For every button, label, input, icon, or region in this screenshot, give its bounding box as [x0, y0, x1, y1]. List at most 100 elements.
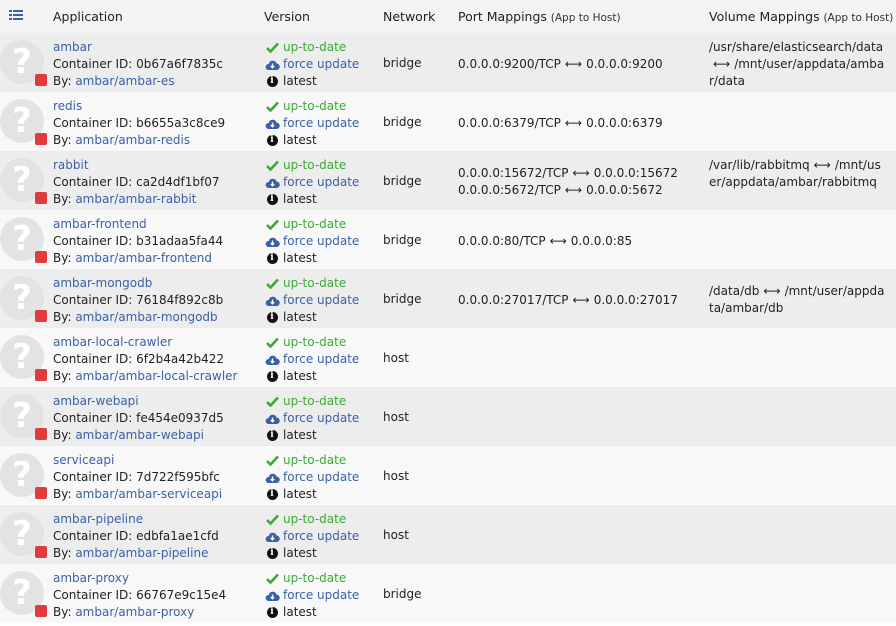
up-to-date-status: up-to-date — [264, 157, 359, 174]
force-update-link[interactable]: force update — [264, 587, 359, 604]
repository: By: ambar/ambar-serviceapi — [53, 487, 223, 501]
repository-link[interactable]: ambar/ambar-es — [75, 74, 174, 88]
repository-link[interactable]: ambar/ambar-pipeline — [75, 546, 208, 560]
table-body: ? ambar Container ID: 0b67a6f7835c By: amba… — [0, 33, 896, 623]
force-update-link[interactable]: force update — [264, 115, 359, 132]
header-application: Application — [53, 9, 123, 24]
docker-containers-table: Application Version Network Port Mapping… — [0, 0, 896, 623]
port-mapping: 0.0.0.0:9200/TCP ⟷ 0.0.0.0:9200 — [458, 57, 663, 71]
app-name-link[interactable]: rabbit — [53, 158, 89, 172]
cloud-download-icon — [264, 413, 280, 425]
cloud-download-icon — [264, 177, 280, 189]
info-icon: i — [264, 76, 280, 87]
bidirectional-arrow-icon: ⟷ — [813, 158, 831, 172]
volume-mappings-cell: /data/db ⟷/mnt/user/appdata/ambar/db — [709, 283, 887, 317]
repository-link[interactable]: ambar/ambar-local-crawler — [75, 369, 237, 383]
info-icon: i — [264, 371, 280, 382]
container-id: Container ID: 6f2b4a42b422 — [53, 352, 224, 366]
latest-tag: i latest — [264, 309, 359, 326]
up-to-date-status: up-to-date — [264, 275, 359, 292]
repository: By: ambar/ambar-frontend — [53, 251, 212, 265]
stopped-status-icon[interactable] — [35, 369, 47, 381]
repository-link[interactable]: ambar/ambar-frontend — [75, 251, 212, 265]
repository: By: ambar/ambar-es — [53, 74, 175, 88]
app-name-link[interactable]: ambar-proxy — [53, 571, 129, 585]
table-row: ? ambar-local-crawler Container ID: 6f2b4a… — [0, 328, 896, 387]
app-name-link[interactable]: ambar-frontend — [53, 217, 147, 231]
repository-link[interactable]: ambar/ambar-mongodb — [75, 310, 217, 324]
volume-mapping: /usr/share/elasticsearch/data⟷/mnt/user/… — [709, 40, 885, 88]
app-name-link[interactable]: ambar-local-crawler — [53, 335, 172, 349]
header-port-mappings: Port Mappings (App to Host) — [458, 9, 621, 24]
force-update-link[interactable]: force update — [264, 292, 359, 309]
network-cell: host — [383, 469, 409, 483]
force-update-link[interactable]: force update — [264, 351, 359, 368]
repository-link[interactable]: ambar/ambar-webapi — [75, 428, 204, 442]
stopped-status-icon[interactable] — [35, 133, 47, 145]
network-cell: host — [383, 410, 409, 424]
port-mapping: 0.0.0.0:6379/TCP ⟷ 0.0.0.0:6379 — [458, 116, 663, 130]
port-mappings-cell: 0.0.0.0:15672/TCP ⟷ 0.0.0.0:15672 0.0.0.0:5… — [458, 165, 678, 199]
volume-mapping: /var/lib/rabbitmq ⟷/mnt/user/appdata/amba… — [709, 158, 881, 189]
force-update-link[interactable]: force update — [264, 528, 359, 545]
cloud-download-icon — [264, 295, 280, 307]
repository-link[interactable]: ambar/ambar-serviceapi — [75, 487, 222, 501]
container-id: Container ID: 0b67a6f7835c — [53, 57, 223, 71]
repository: By: ambar/ambar-mongodb — [53, 310, 218, 324]
stopped-status-icon[interactable] — [35, 487, 47, 499]
app-name-link[interactable]: redis — [53, 99, 82, 113]
network-cell: bridge — [383, 292, 422, 306]
repository-link[interactable]: ambar/ambar-redis — [75, 133, 190, 147]
check-icon — [264, 573, 280, 584]
bidirectional-arrow-icon: ⟷ — [572, 293, 590, 307]
volume-mappings-cell: /usr/share/elasticsearch/data⟷/mnt/user/… — [709, 39, 887, 90]
stopped-status-icon[interactable] — [35, 310, 47, 322]
repository: By: ambar/ambar-rabbit — [53, 192, 197, 206]
network-cell: bridge — [383, 587, 422, 601]
version-cell: up-to-date force update i latest — [264, 157, 359, 208]
container-id: Container ID: 66767e9c15e4 — [53, 588, 227, 602]
stopped-status-icon[interactable] — [35, 605, 47, 617]
port-mapping: 0.0.0.0:27017/TCP ⟷ 0.0.0.0:27017 — [458, 293, 678, 307]
stopped-status-icon[interactable] — [35, 546, 47, 558]
stopped-status-icon[interactable] — [35, 251, 47, 263]
stopped-status-icon[interactable] — [35, 192, 47, 204]
version-cell: up-to-date force update i latest — [264, 334, 359, 385]
network-cell: bridge — [383, 233, 422, 247]
up-to-date-status: up-to-date — [264, 98, 359, 115]
stopped-status-icon[interactable] — [35, 428, 47, 440]
check-icon — [264, 219, 280, 230]
version-cell: up-to-date force update i latest — [264, 216, 359, 267]
repository-link[interactable]: ambar/ambar-rabbit — [75, 192, 196, 206]
cloud-download-icon — [264, 59, 280, 71]
check-icon — [264, 278, 280, 289]
repository-link[interactable]: ambar/ambar-proxy — [75, 605, 194, 619]
cloud-download-icon — [264, 354, 280, 366]
container-id: Container ID: 7d722f595bfc — [53, 470, 220, 484]
force-update-link[interactable]: force update — [264, 56, 359, 73]
repository: By: ambar/ambar-redis — [53, 133, 191, 147]
port-mapping: 0.0.0.0:80/TCP ⟷ 0.0.0.0:85 — [458, 234, 633, 248]
app-name-link[interactable]: ambar-webapi — [53, 394, 139, 408]
bidirectional-arrow-icon: ⟷ — [572, 166, 590, 180]
bidirectional-arrow-icon: ⟷ — [549, 234, 567, 248]
port-mappings-cell: 0.0.0.0:9200/TCP ⟷ 0.0.0.0:9200 — [458, 56, 663, 73]
force-update-link[interactable]: force update — [264, 410, 359, 427]
app-name-link[interactable]: serviceapi — [53, 453, 114, 467]
up-to-date-status: up-to-date — [264, 334, 359, 351]
application-cell: ambar-local-crawler Container ID: 6f2b4a4… — [53, 334, 237, 385]
up-to-date-status: up-to-date — [264, 216, 359, 233]
info-icon: i — [264, 312, 280, 323]
version-cell: up-to-date force update i latest — [264, 511, 359, 562]
force-update-link[interactable]: force update — [264, 174, 359, 191]
list-view-icon[interactable] — [9, 9, 23, 24]
app-name-link[interactable]: ambar — [53, 40, 92, 54]
app-name-link[interactable]: ambar-mongodb — [53, 276, 152, 290]
app-name-link[interactable]: ambar-pipeline — [53, 512, 143, 526]
stopped-status-icon[interactable] — [35, 74, 47, 86]
latest-tag: i latest — [264, 427, 359, 444]
force-update-link[interactable]: force update — [264, 469, 359, 486]
port-mapping: 0.0.0.0:15672/TCP ⟷ 0.0.0.0:15672 — [458, 166, 678, 180]
application-cell: rabbit Container ID: ca2d4df1bf07 By: amba… — [53, 157, 220, 208]
force-update-link[interactable]: force update — [264, 233, 359, 250]
